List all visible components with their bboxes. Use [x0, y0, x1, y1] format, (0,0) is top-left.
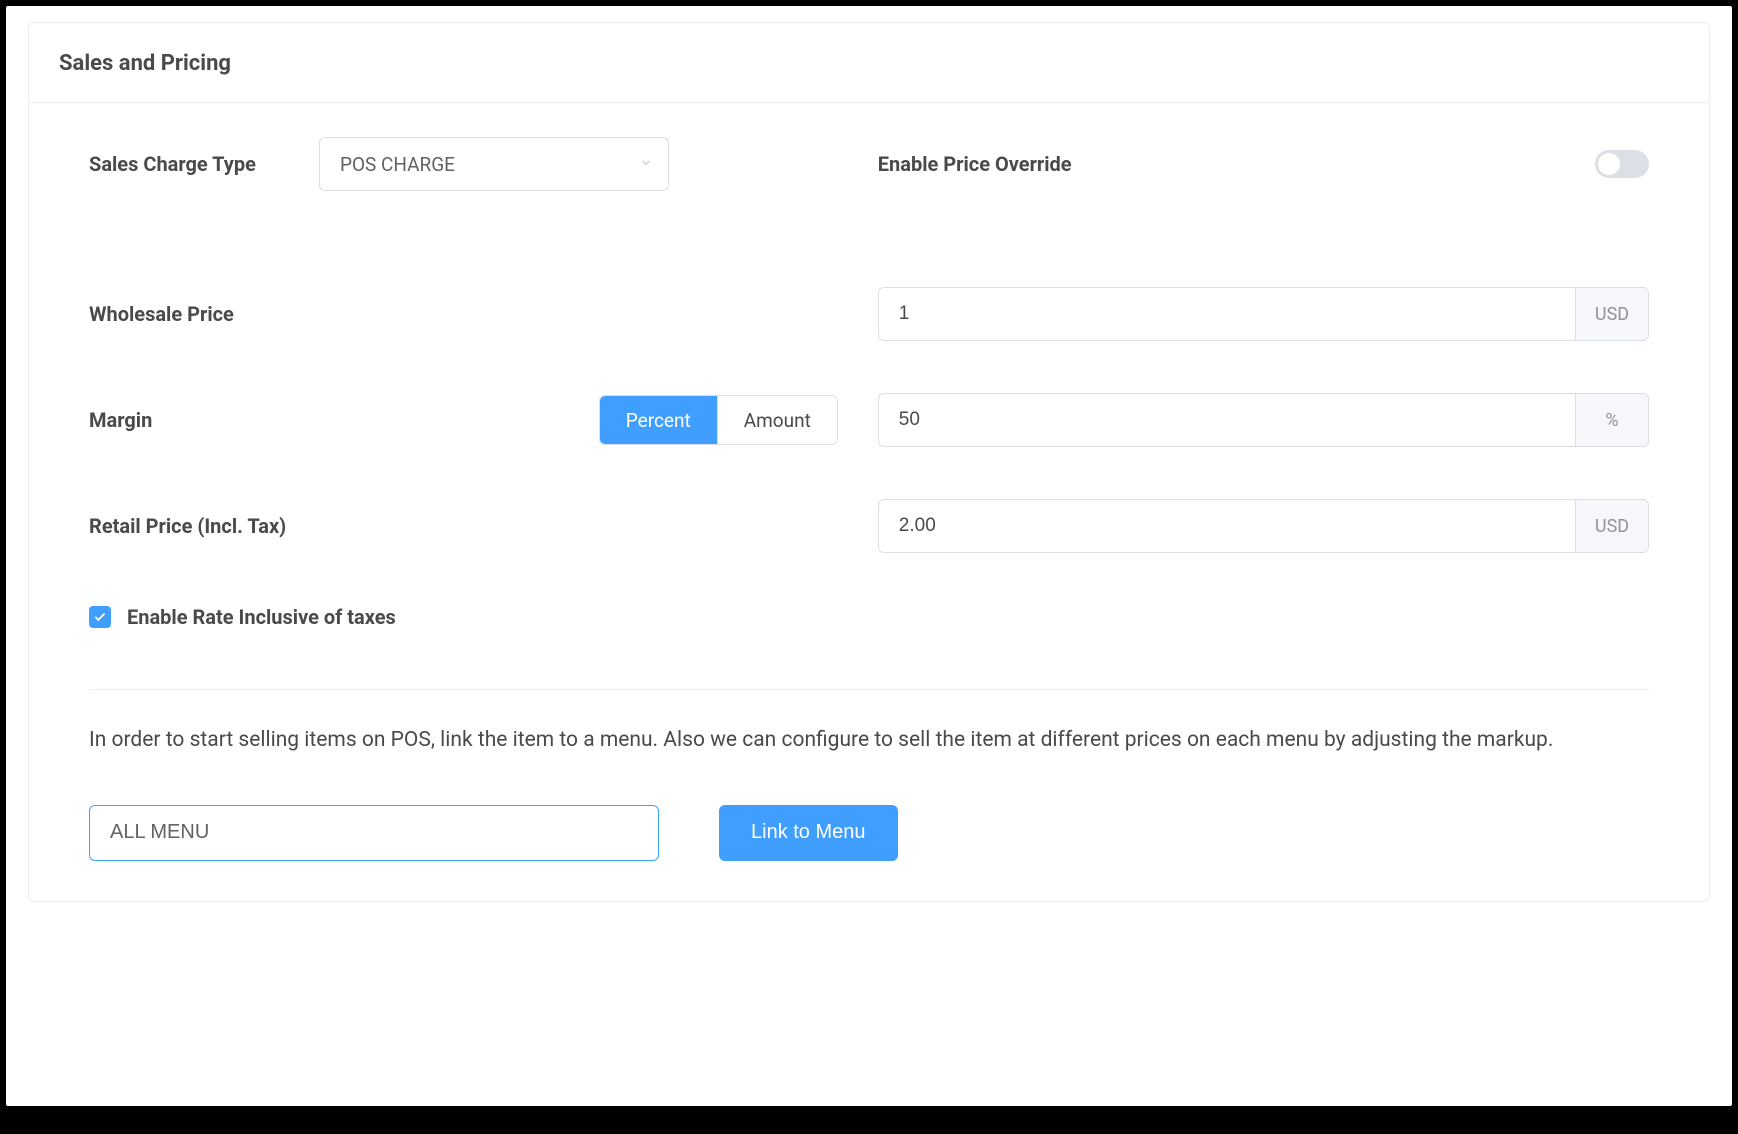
sales-charge-type-label: Sales Charge Type: [89, 152, 289, 176]
retail-price-suffix: USD: [1575, 499, 1649, 553]
wholesale-price-suffix: USD: [1575, 287, 1649, 341]
margin-percent-button[interactable]: Percent: [600, 396, 717, 444]
sales-charge-type-value: POS CHARGE: [340, 153, 455, 176]
enable-price-override-toggle[interactable]: [1595, 150, 1649, 178]
link-menu-info-text: In order to start selling items on POS, …: [89, 724, 1649, 757]
margin-label: Margin: [89, 408, 152, 432]
margin-suffix: %: [1575, 393, 1649, 447]
link-to-menu-button[interactable]: Link to Menu: [719, 805, 898, 861]
divider: [89, 689, 1649, 690]
wholesale-price-input[interactable]: [878, 287, 1575, 341]
card-header: Sales and Pricing: [29, 23, 1709, 103]
margin-input[interactable]: [878, 393, 1575, 447]
retail-price-label: Retail Price (Incl. Tax): [89, 514, 289, 538]
sales-pricing-card: Sales and Pricing Sales Charge Type POS …: [28, 22, 1710, 902]
margin-amount-button[interactable]: Amount: [717, 396, 837, 444]
retail-price-input[interactable]: [878, 499, 1575, 553]
enable-rate-inclusive-label: Enable Rate Inclusive of taxes: [127, 605, 396, 629]
enable-rate-inclusive-checkbox[interactable]: [89, 606, 111, 628]
enable-price-override-label: Enable Price Override: [878, 152, 1072, 176]
menu-select-input[interactable]: [89, 805, 659, 861]
check-icon: [93, 610, 107, 624]
sales-charge-type-select[interactable]: POS CHARGE: [319, 137, 669, 191]
toggle-knob: [1598, 153, 1620, 175]
margin-type-group: Percent Amount: [599, 395, 838, 445]
card-title: Sales and Pricing: [59, 51, 1679, 76]
wholesale-price-label: Wholesale Price: [89, 302, 289, 326]
